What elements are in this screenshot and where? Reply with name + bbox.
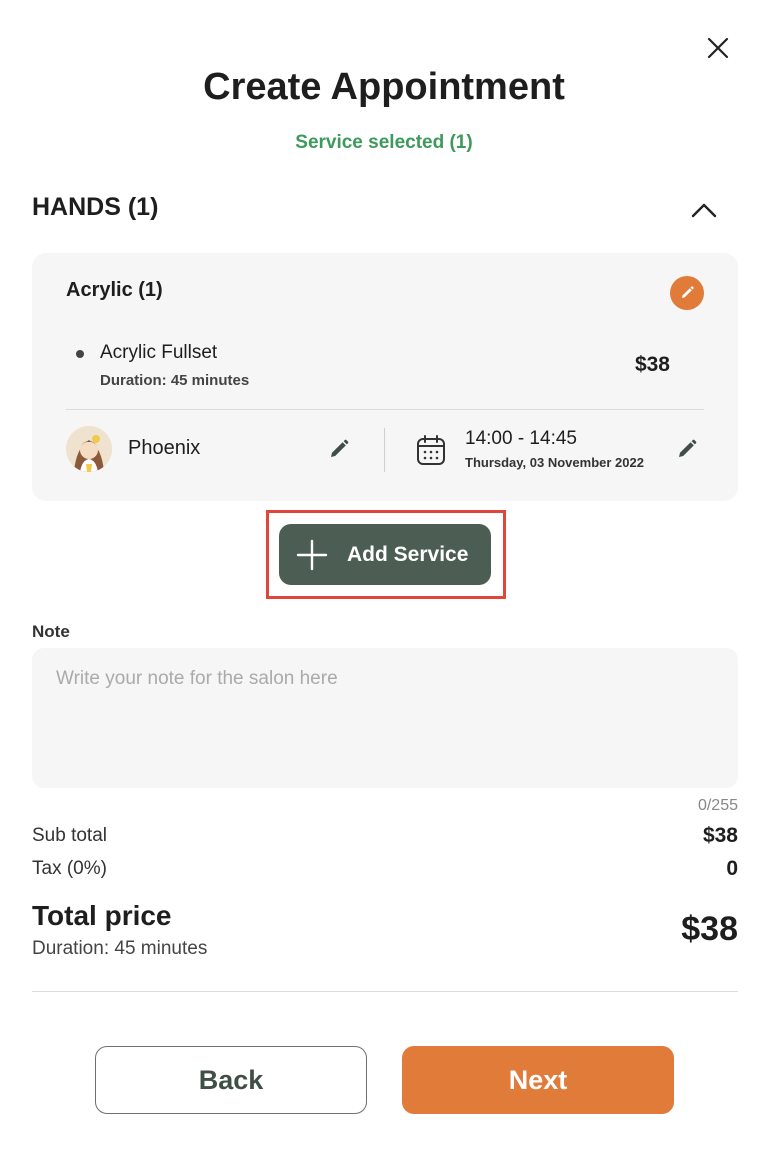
service-duration: Duration: 45 minutes [100, 372, 250, 389]
footer-divider [32, 991, 738, 992]
chevron-up-icon [691, 203, 717, 218]
service-selected-count: Service selected (1) [295, 132, 473, 153]
total-price-label: Total price [32, 900, 172, 931]
list-bullet [76, 350, 84, 358]
pencil-icon [679, 439, 697, 457]
card-divider [66, 409, 704, 410]
collapse-category-button[interactable] [684, 190, 724, 230]
subtotal-label: Sub total [32, 825, 107, 846]
edit-time-button[interactable] [672, 434, 702, 464]
category-title: HANDS (1) [32, 193, 159, 221]
note-input[interactable] [32, 648, 738, 788]
note-label: Note [32, 622, 70, 641]
service-price: $38 [634, 353, 670, 376]
vertical-separator [384, 428, 385, 472]
add-service-label: Add Service [347, 542, 469, 566]
subtotal-value: $38 [702, 824, 738, 847]
staff-avatar [66, 426, 112, 472]
next-button[interactable]: Next [402, 1046, 674, 1114]
plus-icon [296, 539, 328, 570]
edit-service-group-button[interactable] [670, 276, 704, 310]
close-icon [707, 37, 729, 59]
pencil-icon [682, 286, 694, 298]
service-group-title: Acrylic (1) [66, 279, 163, 301]
appointment-date: Thursday, 03 November 2022 [465, 455, 644, 470]
back-button[interactable]: Back [95, 1046, 367, 1114]
pencil-icon [331, 439, 349, 457]
total-duration: Duration: 45 minutes [32, 938, 208, 959]
tax-label: Tax (0%) [32, 858, 107, 879]
note-character-count: 0/255 [697, 797, 738, 814]
page-title: Create Appointment [203, 66, 565, 108]
service-name: Acrylic Fullset [100, 342, 218, 363]
appointment-time-range: 14:00 - 14:45 [465, 428, 577, 449]
staff-name: Phoenix [128, 437, 201, 459]
total-price-value: $38 [681, 910, 738, 948]
add-service-button[interactable]: Add Service [279, 524, 491, 585]
calendar-icon [416, 434, 446, 466]
edit-staff-button[interactable] [324, 434, 354, 464]
close-button[interactable] [700, 30, 736, 66]
tax-value: 0 [726, 857, 738, 880]
